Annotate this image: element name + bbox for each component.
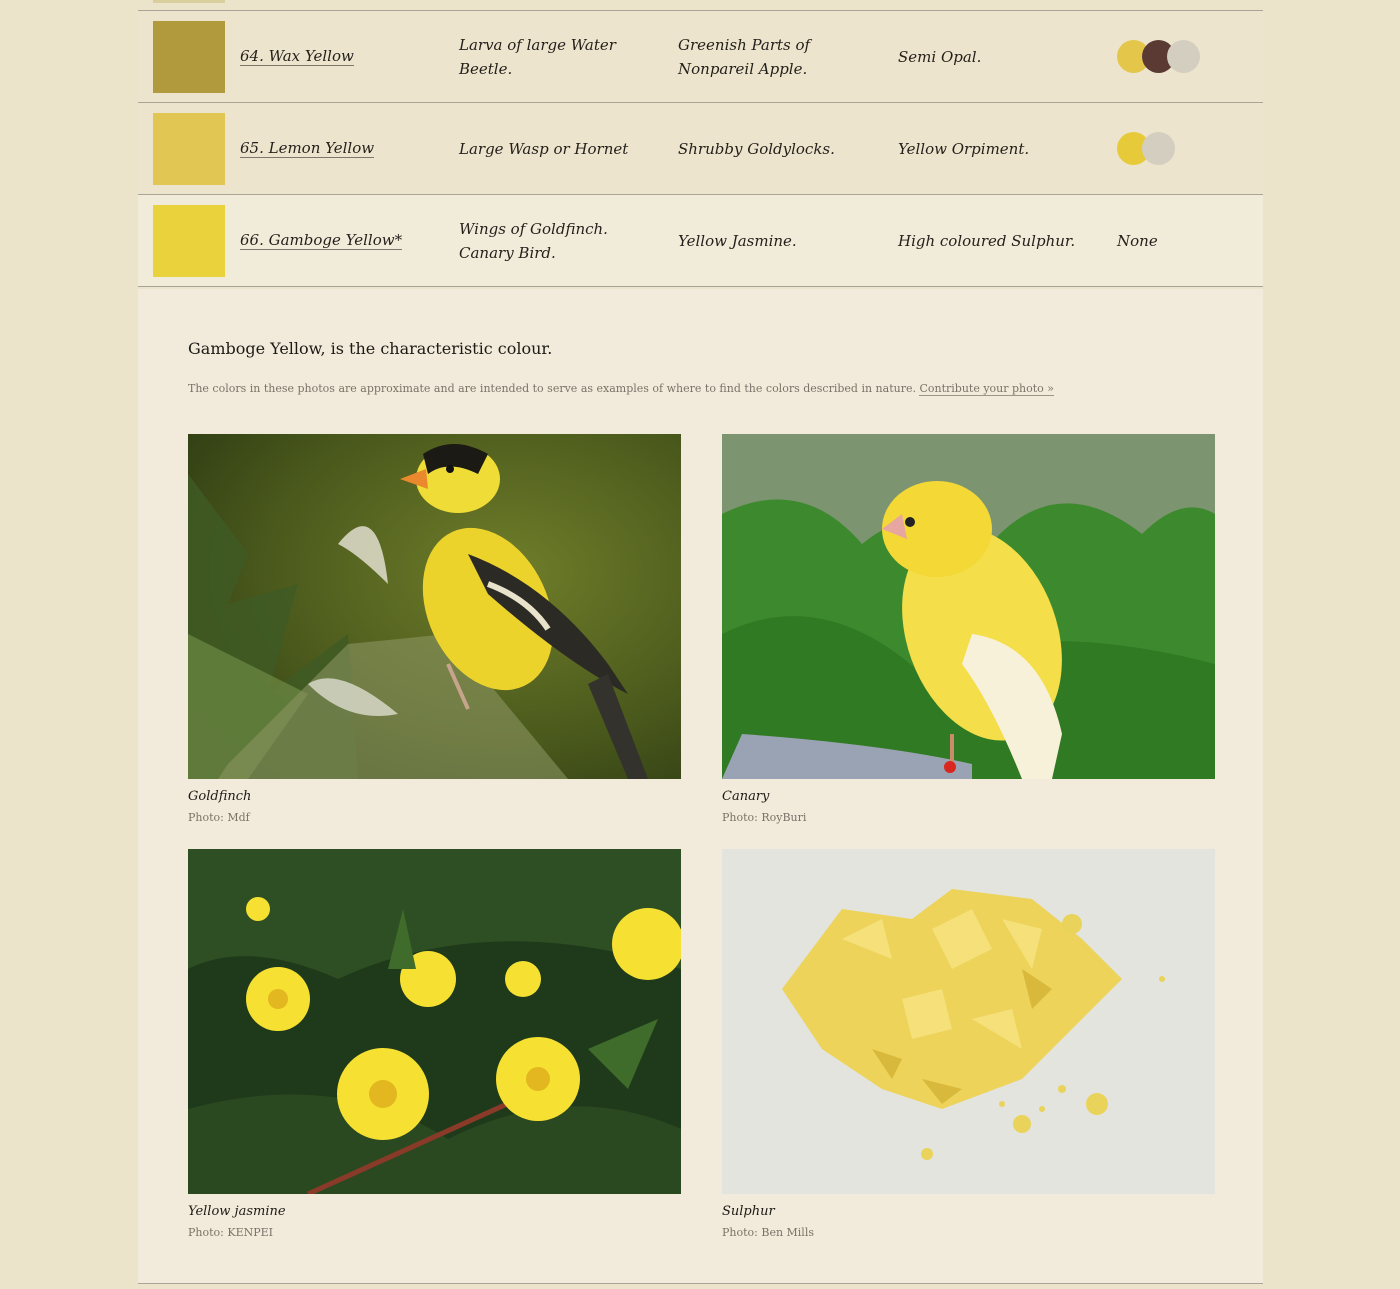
vegetable-cell: Shrubby Goldylocks. [678, 139, 835, 158]
animal-cell: Large Wasp or Hornet [459, 139, 629, 158]
contribute-photo-link[interactable]: Contribute your photo » [919, 382, 1055, 396]
color-name-link[interactable]: 66. Gamboge Yellow* [240, 231, 403, 250]
animal-cell: Larva of large Water Beetle. [459, 35, 616, 78]
photo-caption: Sulphur [722, 1204, 775, 1219]
palette-dots[interactable] [1117, 11, 1257, 102]
photo-credit: Photo: Mdf [188, 811, 250, 824]
vegetable-cell: Yellow Jasmine. [678, 231, 797, 250]
goldfinch-photo[interactable] [188, 434, 681, 779]
color-table: 64. Wax Yellow Larva of large Water Beet… [138, 10, 1263, 287]
table-row-selected: 66. Gamboge Yellow* Wings of Goldfinch. … [138, 195, 1263, 287]
color-swatch [153, 21, 225, 93]
sulphur-photo[interactable] [722, 849, 1215, 1194]
jasmine-photo[interactable] [188, 849, 681, 1194]
mineral-cell: Yellow Orpiment. [898, 139, 1030, 158]
detail-headline: Gamboge Yellow, is the characteristic co… [188, 339, 553, 358]
photo-caption: Yellow jasmine [188, 1204, 286, 1219]
photo-caption: Canary [722, 789, 770, 804]
animal-cell: Wings of Goldfinch. Canary Bird. [459, 219, 608, 262]
table-row: 64. Wax Yellow Larva of large Water Beet… [138, 11, 1263, 103]
color-swatch [153, 113, 225, 185]
color-name-link[interactable]: 64. Wax Yellow [240, 47, 354, 66]
palette-dot [1167, 40, 1200, 73]
detail-panel: Gamboge Yellow, is the characteristic co… [138, 289, 1263, 1284]
photo-credit: Photo: KENPEI [188, 1226, 274, 1239]
color-swatch [153, 205, 225, 277]
mineral-cell: Semi Opal. [898, 47, 982, 66]
photo-credit: Photo: RoyBuri [722, 811, 807, 824]
canary-photo[interactable] [722, 434, 1215, 779]
photo-note-text: The colors in these photos are approxima… [188, 382, 916, 395]
photo-caption: Goldfinch [188, 789, 252, 804]
table-row: 65. Lemon Yellow Large Wasp or Hornet Sh… [138, 103, 1263, 195]
previous-swatch-edge [153, 0, 225, 3]
palette-dot [1142, 132, 1175, 165]
photo-credit: Photo: Ben Mills [722, 1226, 814, 1239]
palette-dots[interactable] [1117, 103, 1257, 194]
photo-note: The colors in these photos are approxima… [188, 382, 1055, 396]
mineral-cell: High coloured Sulphur. [898, 231, 1076, 250]
palette-none: None [1117, 231, 1158, 250]
color-name-link[interactable]: 65. Lemon Yellow [240, 139, 375, 158]
vegetable-cell: Greenish Parts of Nonpareil Apple. [678, 35, 811, 78]
